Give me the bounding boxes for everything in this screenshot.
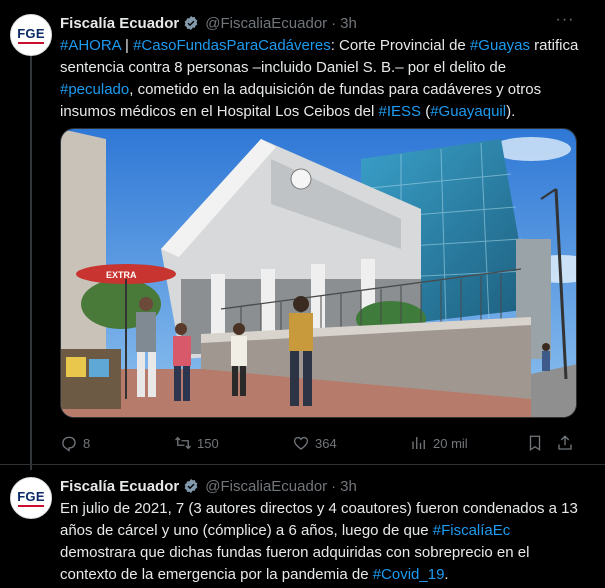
- avatar-logo-stripe: [18, 504, 44, 507]
- more-options-icon[interactable]: ···: [555, 12, 575, 33]
- tweet-actions: 8 150 364 20 mil: [60, 430, 580, 456]
- tweet-text: En julio de 2021, 7 (3 autores directos …: [60, 498, 580, 586]
- avatar-logo-stripe: [18, 41, 44, 44]
- hashtag-link[interactable]: #FiscalíaEc: [433, 522, 511, 539]
- avatar[interactable]: FGE: [10, 477, 52, 519]
- hashtag-link[interactable]: #IESS: [379, 103, 422, 120]
- tweet-text-segment: |: [120, 37, 134, 54]
- author-handle[interactable]: @FiscaliaEcuador: [205, 15, 327, 32]
- avatar-logo-text: FGE: [17, 488, 45, 504]
- tweet-text: #AHORA | #CasoFundasParaCadáveres: Corte…: [60, 35, 580, 123]
- umbrella-sign-text: EXTRA: [106, 270, 137, 280]
- retweet-count: 150: [197, 435, 219, 451]
- like-button[interactable]: 364: [292, 434, 337, 452]
- heart-icon: [293, 436, 309, 450]
- timestamp[interactable]: 3h: [340, 478, 357, 495]
- author-name[interactable]: Fiscalía Ecuador: [60, 478, 179, 495]
- hashtag-link[interactable]: #Guayaquil: [430, 103, 506, 120]
- tweet-text-segment: (: [421, 103, 431, 120]
- tweet-text-segment: .: [444, 566, 449, 583]
- separator-dot: ·: [331, 477, 337, 495]
- like-count: 364: [315, 435, 337, 451]
- hashtag-link[interactable]: #AHORA: [60, 37, 121, 54]
- share-icon: [558, 435, 572, 450]
- courthouse-photo: EXTRA: [61, 129, 576, 417]
- bookmark-icon: [529, 435, 541, 452]
- separator-dot: ·: [331, 14, 337, 32]
- verified-badge-icon[interactable]: [183, 15, 199, 31]
- tweet-text-segment: demostrara que dichas fundas fueron adqu…: [60, 544, 530, 583]
- views-chart-icon: [412, 437, 425, 449]
- hashtag-link[interactable]: #Guayas: [470, 37, 530, 54]
- share-button[interactable]: [556, 434, 574, 452]
- reply-button[interactable]: 8: [60, 434, 90, 452]
- reply-icon: [62, 436, 76, 452]
- author-handle[interactable]: @FiscaliaEcuador: [205, 478, 327, 495]
- tweet[interactable]: FGE Fiscalía Ecuador @FiscaliaEcuador · …: [0, 465, 605, 588]
- author-name[interactable]: Fiscalía Ecuador: [60, 15, 179, 32]
- retweet-button[interactable]: 150: [174, 434, 219, 452]
- tweet-image[interactable]: EXTRA: [60, 128, 577, 418]
- tweet-text-segment: : Corte Provincial de: [330, 37, 470, 54]
- tweet-header: Fiscalía Ecuador @FiscaliaEcuador · 3h: [60, 476, 357, 496]
- avatar-logo-text: FGE: [17, 25, 45, 41]
- hashtag-link[interactable]: #CasoFundasParaCadáveres: [133, 37, 331, 54]
- views-button[interactable]: 20 mil: [410, 434, 468, 452]
- reply-count: 8: [83, 435, 91, 451]
- tweet[interactable]: FGE Fiscalía Ecuador @FiscaliaEcuador · …: [0, 0, 605, 470]
- thread-line: [30, 56, 32, 470]
- tweet-header: Fiscalía Ecuador @FiscaliaEcuador · 3h: [60, 13, 357, 33]
- retweet-icon: [175, 436, 191, 450]
- tweet-text-segment: ).: [506, 103, 516, 120]
- timestamp[interactable]: 3h: [340, 15, 357, 32]
- hashtag-link[interactable]: #peculado: [60, 81, 129, 98]
- verified-badge-icon[interactable]: [183, 478, 199, 494]
- avatar[interactable]: FGE: [10, 14, 52, 56]
- views-count: 20 mil: [433, 435, 468, 451]
- hashtag-link[interactable]: #Covid_19: [373, 566, 445, 583]
- bookmark-button[interactable]: [526, 434, 544, 452]
